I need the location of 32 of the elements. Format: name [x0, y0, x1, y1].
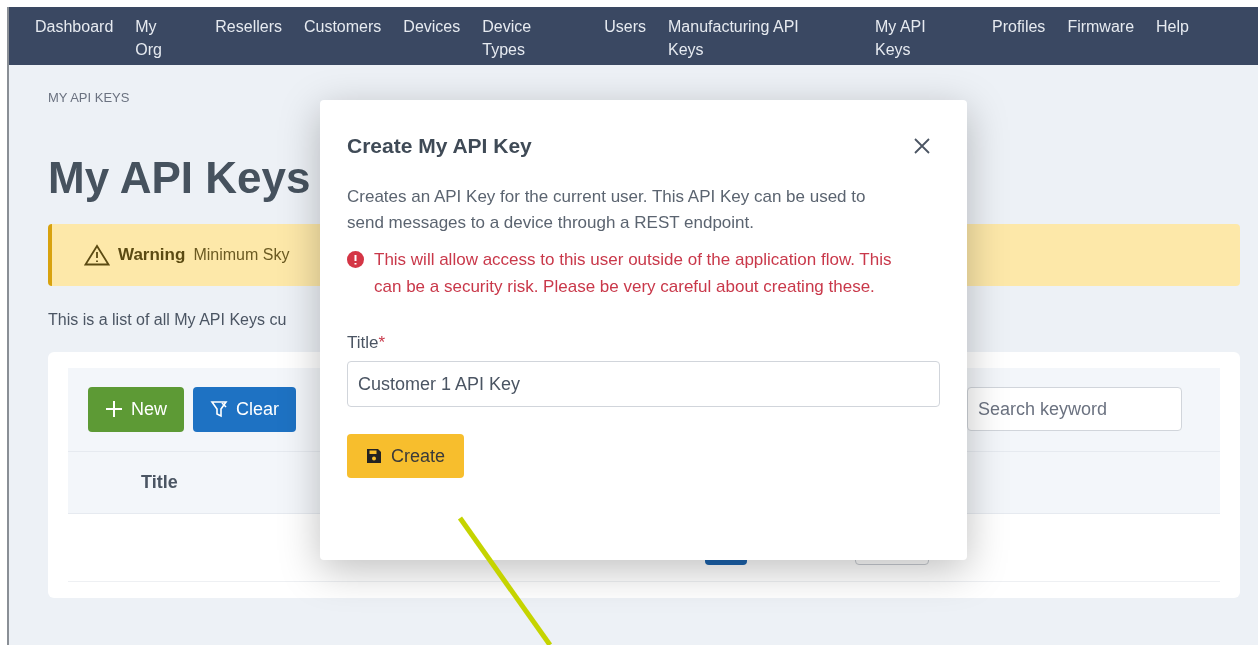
- close-button[interactable]: [912, 135, 932, 156]
- page-description: This is a list of all My API Keys cu: [48, 309, 288, 330]
- dialog-title: Create My API Key: [347, 133, 532, 159]
- nav-link[interactable]: Dashboard: [35, 15, 114, 38]
- nav-link[interactable]: Help: [1156, 15, 1189, 38]
- nav-link[interactable]: My API Keys: [875, 15, 935, 61]
- warning-text: Minimum Sky: [193, 244, 290, 265]
- nav-link[interactable]: Device Types: [482, 15, 543, 61]
- warning-label: Warning: [118, 243, 186, 266]
- column-header: Title: [141, 470, 178, 494]
- nav-link[interactable]: My Org: [135, 15, 176, 61]
- title-input[interactable]: Customer 1 API Key: [347, 361, 940, 407]
- clear-button[interactable]: Clear: [193, 386, 297, 432]
- search-field[interactable]: Search keyword: [967, 387, 1182, 431]
- required-mark: *: [378, 331, 386, 354]
- create-button[interactable]: Create: [347, 434, 465, 478]
- filter-icon: [210, 400, 228, 418]
- plus-icon: [105, 400, 123, 418]
- nav-link[interactable]: Devices: [403, 15, 461, 38]
- nav-link[interactable]: Users: [604, 15, 646, 38]
- dialog-description: Creates an API Key for the current user. This API Key can be used to send messages to a device through a REST endpoint.: [347, 185, 867, 234]
- nav-link[interactable]: Resellers: [215, 15, 282, 38]
- nav-link[interactable]: Customers: [303, 15, 382, 38]
- nav-link[interactable]: Firmware: [1067, 15, 1135, 38]
- nav-link[interactable]: Manufacturing API Keys: [668, 15, 818, 61]
- field-label: Title: [347, 331, 379, 354]
- warning-icon: [84, 243, 110, 266]
- breadcrumb: MY API KEYS: [48, 89, 131, 107]
- exclamation-circle-icon: [347, 250, 364, 268]
- security-warning-text: This will allow access to this user outside of the application flow. This can be a security risk. Please be very careful about creating these.: [374, 248, 893, 298]
- page-title: My API Keys: [48, 151, 311, 204]
- nav-link[interactable]: Profiles: [992, 15, 1046, 38]
